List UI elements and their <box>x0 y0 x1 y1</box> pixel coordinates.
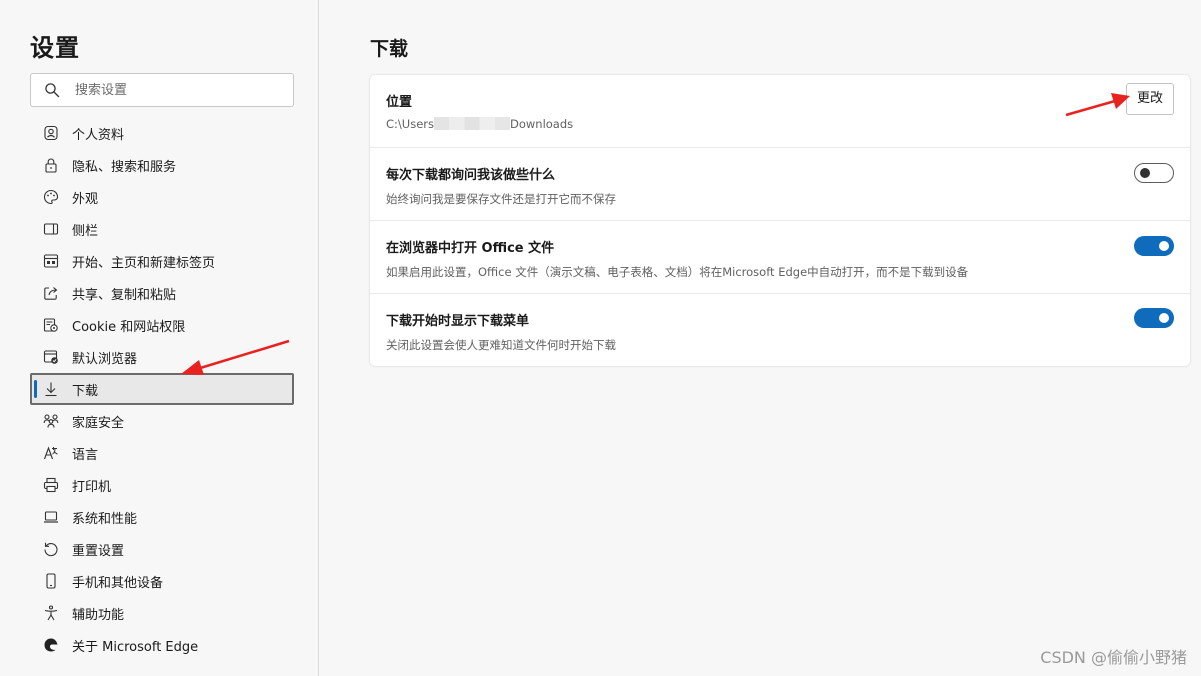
ask-each-download-toggle[interactable] <box>1134 163 1174 183</box>
nav-item-reset[interactable]: 重置设置 <box>30 533 294 565</box>
path-prefix: C:\Users <box>386 117 434 131</box>
share-icon <box>44 287 58 300</box>
nav-label: 辅助功能 <box>72 608 125 623</box>
nav-item-start-home[interactable]: 开始、主页和新建标签页 <box>30 245 294 277</box>
setting-description: 始终询问我是要保存文件还是打开它而不保存 <box>386 192 616 206</box>
nav-item-profile[interactable]: 个人资料 <box>30 117 294 149</box>
selected-indicator <box>34 380 37 398</box>
nav-item-appearance[interactable]: 外观 <box>30 181 294 213</box>
setting-title: 在浏览器中打开 Office 文件 <box>386 241 555 256</box>
profile-icon <box>44 125 58 141</box>
toggle-knob <box>1140 168 1150 178</box>
download-location-row: 位置 C:\Users Downloads 更改 <box>370 75 1190 148</box>
setting-row-open-office: 在浏览器中打开 Office 文件 如果启用此设置，Office 文件（演示文稿… <box>370 221 1190 294</box>
nav-label: 打印机 <box>72 480 112 495</box>
nav-label: 语言 <box>72 448 99 463</box>
toggle-knob <box>1159 313 1169 323</box>
nav-label: 外观 <box>72 192 99 207</box>
nav-label: 重置设置 <box>72 544 125 559</box>
show-download-menu-toggle[interactable] <box>1134 308 1174 328</box>
setting-title: 每次下载都询问我该做些什么 <box>386 168 556 183</box>
nav-item-share[interactable]: 共享、复制和粘贴 <box>30 277 294 309</box>
phone-icon <box>46 573 56 589</box>
nav-label: 开始、主页和新建标签页 <box>72 256 216 271</box>
lock-icon <box>45 158 57 173</box>
laptop-icon <box>44 511 58 523</box>
search-input[interactable] <box>75 80 275 100</box>
nav-label: 个人资料 <box>72 128 125 143</box>
nav-item-family[interactable]: 家庭安全 <box>30 405 294 437</box>
download-icon <box>45 382 57 397</box>
nav-label: 关于 Microsoft Edge <box>72 640 199 655</box>
setting-title: 位置 <box>386 95 413 110</box>
settings-nav: 个人资料 隐私、搜索和服务 外观 侧栏 开始、主页和新建标签页 共享、复制和粘贴… <box>30 117 294 661</box>
setting-description: 关闭此设置会使人更难知道文件何时开始下载 <box>386 338 616 352</box>
accessibility-icon <box>44 605 58 621</box>
settings-title: 设置 <box>30 34 80 62</box>
nav-label: 默认浏览器 <box>72 352 138 367</box>
nav-label: 下载 <box>72 384 99 399</box>
nav-item-about[interactable]: 关于 Microsoft Edge <box>30 629 294 661</box>
search-box[interactable] <box>30 73 294 107</box>
setting-description: 如果启用此设置，Office 文件（演示文稿、电子表格、文档）将在Microso… <box>386 265 969 279</box>
setting-row-ask-each-download: 每次下载都询问我该做些什么 始终询问我是要保存文件还是打开它而不保存 <box>370 148 1190 221</box>
nav-label: 系统和性能 <box>72 512 138 527</box>
reset-icon <box>44 542 58 557</box>
language-icon <box>43 446 58 460</box>
nav-item-privacy[interactable]: 隐私、搜索和服务 <box>30 149 294 181</box>
nav-item-default-browser[interactable]: 默认浏览器 <box>30 341 294 373</box>
setting-row-show-download-menu: 下载开始时显示下载菜单 关闭此设置会使人更难知道文件何时开始下载 <box>370 294 1190 367</box>
nav-item-sidebar[interactable]: 侧栏 <box>30 213 294 245</box>
nav-label: 共享、复制和粘贴 <box>72 288 177 303</box>
default-browser-icon <box>43 350 58 364</box>
sidebar-icon <box>43 223 59 235</box>
nav-item-cookies[interactable]: Cookie 和网站权限 <box>30 309 294 341</box>
nav-item-phone[interactable]: 手机和其他设备 <box>30 565 294 597</box>
page-title: 下载 <box>370 38 409 60</box>
nav-label: Cookie 和网站权限 <box>72 320 186 335</box>
palette-icon <box>43 189 59 205</box>
nav-label: 侧栏 <box>72 224 99 239</box>
family-icon <box>43 414 59 428</box>
nav-item-printers[interactable]: 打印机 <box>30 469 294 501</box>
nav-item-downloads[interactable]: 下载 <box>30 373 294 405</box>
nav-label: 手机和其他设备 <box>72 576 164 591</box>
open-office-toggle[interactable] <box>1134 236 1174 256</box>
nav-item-accessibility[interactable]: 辅助功能 <box>30 597 294 629</box>
change-location-button[interactable]: 更改 <box>1126 83 1174 115</box>
downloads-settings-card: 位置 C:\Users Downloads 更改 每次下载都询问我该做些什么 始终… <box>370 75 1190 366</box>
edge-icon <box>44 638 58 652</box>
path-suffix: Downloads <box>509 117 574 131</box>
nav-item-languages[interactable]: 语言 <box>30 437 294 469</box>
search-icon <box>45 83 60 98</box>
sidebar: 设置 个人资料 隐私、搜索和服务 <box>0 0 319 676</box>
home-icon <box>43 254 59 268</box>
printer-icon <box>43 477 59 493</box>
setting-title: 下载开始时显示下载菜单 <box>386 314 530 329</box>
toggle-knob <box>1159 241 1169 251</box>
redacted-username <box>433 117 510 130</box>
nav-label: 隐私、搜索和服务 <box>72 160 177 175</box>
watermark: CSDN @偷偷小野猪 <box>1040 648 1187 667</box>
nav-label: 家庭安全 <box>72 416 125 431</box>
nav-item-system[interactable]: 系统和性能 <box>30 501 294 533</box>
cookie-icon <box>43 318 58 332</box>
download-path: C:\Users Downloads <box>386 117 573 131</box>
